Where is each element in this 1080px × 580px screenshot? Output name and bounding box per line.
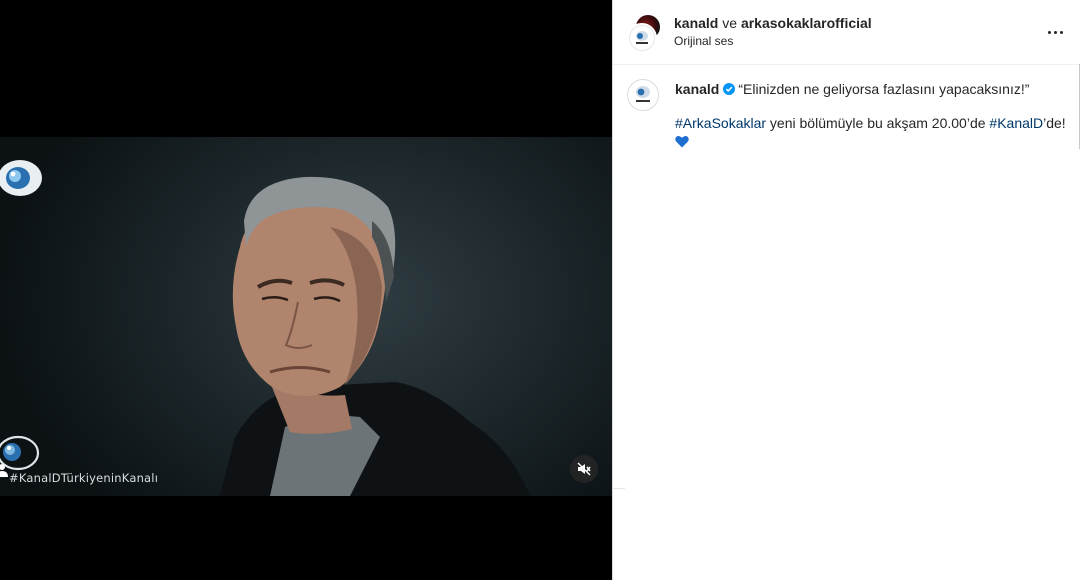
mute-toggle-button[interactable] [570,455,598,483]
caption-text: kanald “Elinizden ne geliyorsa fazlasını … [675,80,1070,148]
caption-line-2: #ArkaSokaklar yeni bölümüyle bu akşam 20… [675,114,1070,148]
hashtag-kanald-link[interactable]: #KanalD [989,115,1043,131]
verified-badge-icon [723,83,736,95]
original-audio-link[interactable]: Orijinal ses [674,34,733,48]
more-options-button[interactable] [1043,22,1067,42]
blue-heart-emoji [675,136,689,148]
avatar-kanald[interactable] [627,23,657,53]
caption-end-text: ’de! [1043,115,1066,131]
caption-quote: “Elinizden ne geliyorsa fazlasını yapaca… [738,81,1030,97]
kanald-logo-icon [629,25,655,51]
more-options-dot [1059,30,1063,34]
video-hashtag-overlay: #KanalDTürkiyeninKanalı [9,471,159,485]
post-side-panel: kanald ve arkasokaklarofficial Orijinal … [612,0,1080,580]
caption-line-1: kanald “Elinizden ne geliyorsa fazlasını … [675,80,1070,98]
more-options-icon [1047,30,1051,34]
video-frame [220,176,530,496]
caption-username[interactable]: kanald [675,81,719,97]
kanald-logo-icon [636,86,650,102]
post-authors[interactable]: kanald ve arkasokaklarofficial [674,15,872,31]
hashtag-arkasokaklar-link[interactable]: #ArkaSokaklar [675,115,766,131]
more-options-dot [1053,30,1057,34]
author-link-kanald[interactable]: kanald [674,15,718,31]
speaker-muted-icon [577,462,591,476]
user-tag-icon[interactable] [0,463,8,477]
kanald-logo-icon [0,160,42,196]
author-link-arkasokaklarofficial[interactable]: arkasokaklarofficial [741,15,872,31]
reel-video[interactable]: #KanalDTürkiyeninKanalı [0,137,612,496]
media-viewer: #KanalDTürkiyeninKanalı [0,0,612,580]
caption-middle-text: yeni bölümüyle bu akşam 20.00’de [766,115,990,131]
author-joiner: ve [718,15,741,31]
post-header: kanald ve arkasokaklarofficial Orijinal … [613,0,1079,65]
caption-avatar-kanald[interactable] [627,79,659,111]
collab-avatars[interactable] [627,15,661,53]
panel-divider [613,488,625,489]
